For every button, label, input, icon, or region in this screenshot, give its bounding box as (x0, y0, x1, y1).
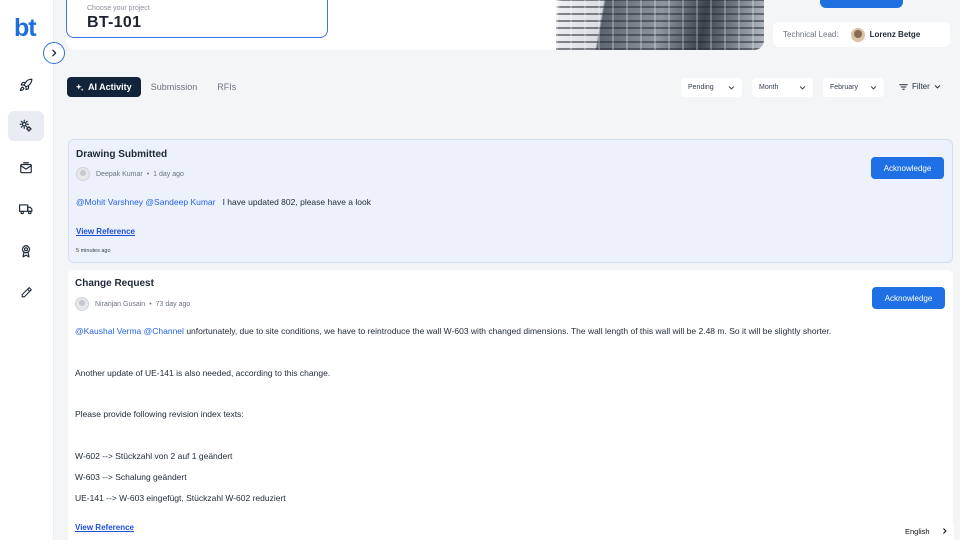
message-mentions[interactable]: @Mohit Varshney @Sandeep Kumar (76, 197, 215, 207)
language-selector[interactable]: English (898, 522, 954, 540)
avatar (850, 27, 865, 42)
activity-card: Drawing Submitted Deepak Kumar • 1 day a… (68, 139, 953, 263)
app-logo[interactable]: bt (14, 14, 37, 43)
tab-submission[interactable]: Submission (141, 77, 208, 97)
chevron-down-icon (799, 86, 806, 90)
tab-label: AI Activity (88, 82, 132, 92)
project-selector[interactable]: Choose your project BT-101 (66, 0, 328, 38)
card-message: @Mohit Varshney @Sandeep Kumar I have up… (76, 197, 371, 207)
sidebar-item-rocket[interactable] (8, 70, 44, 100)
message-line: UE-141 --> W-603 eingefügt, Stückzahl W-… (75, 493, 286, 503)
month-dropdown[interactable]: February (823, 78, 884, 97)
activity-tabs: AI Activity Submission RFIs (67, 77, 246, 97)
inbox-mail-icon (20, 162, 32, 174)
card-message: @Kaushal Verma @Channel unfortunately, d… (75, 326, 831, 336)
sidebar-item-award[interactable] (8, 236, 44, 266)
card-title: Drawing Submitted (76, 149, 168, 160)
card-meta: Niranjan Gusain • 73 day ago (75, 297, 190, 311)
project-selector-value: BT-101 (87, 14, 142, 31)
card-author: Niranjan Gusain (95, 300, 146, 308)
message-text: I have updated 802, please have a look (222, 197, 371, 207)
tab-label: RFIs (217, 82, 237, 92)
award-badge-icon (21, 245, 31, 258)
filter-label: Filter (912, 82, 930, 91)
truck-icon (19, 204, 33, 215)
sidebar: bt (0, 0, 54, 540)
filter-button[interactable]: Filter (899, 82, 941, 91)
period-dropdown[interactable]: Month (752, 78, 813, 97)
message-text: unfortunately, due to site conditions, w… (186, 326, 832, 336)
card-meta: Deepak Kumar • 1 day ago (76, 167, 184, 181)
chevron-right-icon (52, 49, 57, 57)
card-age: 73 day ago (155, 300, 191, 308)
project-header: Choose your project BT-101 (66, 0, 764, 50)
status-dropdown-value: Pending (688, 84, 714, 91)
chevron-down-icon (870, 86, 877, 90)
pencil-icon (21, 286, 32, 297)
technical-lead-card: Technical Lead: Lorenz Betge (773, 22, 950, 47)
month-dropdown-value: February (830, 84, 859, 91)
project-cover-image (556, 0, 764, 50)
tab-label: Submission (150, 82, 198, 92)
chevron-down-icon (728, 86, 735, 90)
activity-card: Change Request Niranjan Gusain • 73 day … (68, 270, 953, 540)
tab-rfis[interactable]: RFIs (207, 77, 246, 97)
project-selector-label: Choose your project (87, 5, 150, 12)
avatar (76, 167, 90, 181)
avatar (75, 297, 89, 311)
message-line: Another update of UE-141 is also needed,… (75, 368, 331, 378)
message-line: Please provide following revision index … (75, 409, 244, 419)
technical-lead-label: Technical Lead: (783, 30, 839, 39)
card-title: Change Request (75, 278, 154, 289)
acknowledge-button[interactable]: Acknowledge (871, 157, 944, 179)
message-mentions[interactable]: @Kaushal Verma @Channel (75, 326, 184, 336)
period-dropdown-value: Month (759, 84, 779, 91)
view-reference-link[interactable]: View Reference (75, 523, 134, 532)
status-dropdown[interactable]: Pending (681, 78, 742, 97)
sidebar-item-inbox[interactable] (8, 153, 44, 183)
card-age: 1 day ago (153, 170, 184, 178)
rocket-icon (19, 78, 33, 92)
sidebar-item-edit[interactable] (8, 277, 44, 307)
technical-lead-name: Lorenz Betge (869, 30, 921, 39)
settings-cog-icon (19, 119, 32, 132)
card-timestamp: 5 minutes ago (76, 248, 111, 254)
chevron-right-icon (943, 528, 947, 534)
message-line: W-603 --> Schalung geändert (75, 472, 187, 482)
card-author: Deepak Kumar (96, 170, 143, 178)
chevron-down-icon (934, 85, 941, 89)
sidebar-item-settings[interactable] (8, 111, 44, 141)
view-reference-link[interactable]: View Reference (76, 227, 135, 236)
sparkle-icon (75, 83, 84, 91)
sidebar-item-delivery[interactable] (8, 194, 44, 224)
acknowledge-button[interactable]: Acknowledge (872, 287, 945, 309)
tab-ai-activity[interactable]: AI Activity (67, 77, 141, 97)
message-line: W-602 --> Stückzahl von 2 auf 1 geändert (75, 451, 233, 461)
language-value: English (905, 526, 930, 536)
sidebar-collapse-button[interactable] (43, 42, 65, 64)
header-action-button[interactable] (820, 0, 903, 8)
filter-lines-icon (899, 83, 908, 90)
